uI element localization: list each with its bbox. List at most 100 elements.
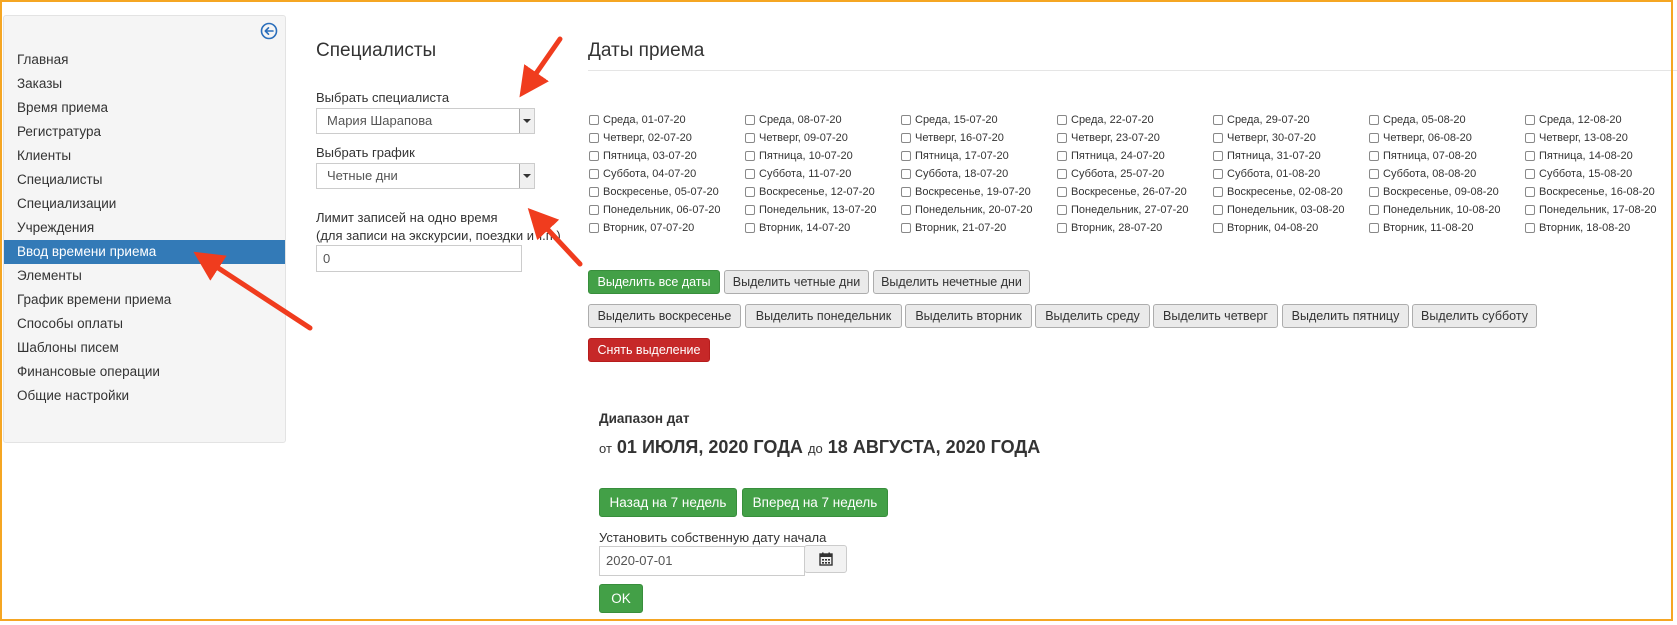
select-thursday-button[interactable]: Выделить четверг [1153, 304, 1278, 328]
date-checkbox[interactable] [1213, 223, 1223, 233]
forward-7-weeks-button[interactable]: Вперед на 7 недель [742, 488, 888, 517]
date-checkbox[interactable] [901, 151, 911, 161]
chevron-down-icon[interactable] [519, 164, 534, 188]
date-checkbox[interactable] [901, 169, 911, 179]
select-all-dates-button[interactable]: Выделить все даты [588, 270, 720, 294]
date-checkbox[interactable] [745, 205, 755, 215]
select-sunday-button[interactable]: Выделить воскресенье [588, 304, 741, 328]
specialist-select[interactable]: Мария Шарапова [316, 108, 535, 134]
date-checkbox[interactable] [1369, 187, 1379, 197]
date-checkbox[interactable] [1213, 205, 1223, 215]
date-label: Среда, 05-08-20 [1383, 114, 1466, 126]
date-checkbox[interactable] [1057, 115, 1067, 125]
date-checkbox[interactable] [589, 115, 599, 125]
chevron-down-icon[interactable] [519, 109, 534, 133]
date-checkbox[interactable] [589, 151, 599, 161]
date-label: Среда, 01-07-20 [603, 114, 686, 126]
date-checkbox[interactable] [745, 169, 755, 179]
back-7-weeks-button[interactable]: Назад на 7 недель [599, 488, 737, 517]
date-column: Среда, 22-07-20 Четверг, 23-07-20 Пятница,… [1057, 111, 1213, 237]
date-checkbox[interactable] [1369, 151, 1379, 161]
date-checkbox[interactable] [1057, 169, 1067, 179]
date-checkbox[interactable] [589, 187, 599, 197]
date-label: Понедельник, 03-08-20 [1227, 204, 1345, 216]
date-checkbox[interactable] [1369, 133, 1379, 143]
sidebar-item[interactable]: Главная [4, 48, 285, 72]
date-checkbox[interactable] [1525, 205, 1535, 215]
sidebar-item[interactable]: Способы оплаты [4, 312, 285, 336]
sidebar-item[interactable]: График времени приема [4, 288, 285, 312]
sidebar-item[interactable]: Шаблоны писем [4, 336, 285, 360]
date-checkbox[interactable] [745, 151, 755, 161]
date-checkbox[interactable] [901, 133, 911, 143]
date-checkbox[interactable] [589, 169, 599, 179]
date-checkbox[interactable] [901, 205, 911, 215]
date-checkbox[interactable] [1213, 151, 1223, 161]
custom-start-date-input[interactable]: 2020-07-01 [599, 546, 805, 576]
sidebar-item[interactable]: Регистратура [4, 120, 285, 144]
date-checkbox[interactable] [745, 187, 755, 197]
date-checkbox[interactable] [745, 223, 755, 233]
date-checkbox[interactable] [745, 133, 755, 143]
sidebar-item[interactable]: Учреждения [4, 216, 285, 240]
date-checkbox[interactable] [1057, 133, 1067, 143]
select-even-days-button[interactable]: Выделить четные дни [724, 270, 869, 294]
sidebar-item[interactable]: Специализации [4, 192, 285, 216]
clear-selection-button[interactable]: Снять выделение [588, 338, 710, 362]
date-item: Среда, 12-08-20 [1525, 111, 1677, 129]
date-column: Среда, 08-07-20 Четверг, 09-07-20 Пятница,… [745, 111, 901, 237]
date-checkbox[interactable] [1369, 205, 1379, 215]
sidebar-item[interactable]: Финансовые операции [4, 360, 285, 384]
date-checkbox[interactable] [1525, 115, 1535, 125]
date-item: Среда, 01-07-20 [589, 111, 745, 129]
date-checkbox[interactable] [589, 205, 599, 215]
select-friday-button[interactable]: Выделить пятницу [1282, 304, 1409, 328]
select-odd-days-button[interactable]: Выделить нечетные дни [873, 270, 1030, 294]
date-checkbox[interactable] [1213, 133, 1223, 143]
select-wednesday-button[interactable]: Выделить среду [1035, 304, 1150, 328]
date-checkbox[interactable] [1525, 133, 1535, 143]
date-checkbox[interactable] [1057, 151, 1067, 161]
calendar-button[interactable] [804, 545, 847, 573]
date-checkbox[interactable] [1525, 223, 1535, 233]
select-monday-button[interactable]: Выделить понедельник [745, 304, 902, 328]
sidebar-item[interactable]: Заказы [4, 72, 285, 96]
ok-button[interactable]: OK [599, 584, 643, 613]
date-checkbox[interactable] [1369, 115, 1379, 125]
sidebar-item[interactable]: Специалисты [4, 168, 285, 192]
date-checkbox[interactable] [1525, 169, 1535, 179]
sidebar-item[interactable]: Ввод времени приема [4, 240, 285, 264]
limit-input[interactable]: 0 [316, 245, 522, 272]
date-checkbox[interactable] [1525, 151, 1535, 161]
date-checkbox[interactable] [901, 187, 911, 197]
date-item: Вторник, 14-07-20 [745, 219, 901, 237]
select-tuesday-button[interactable]: Выделить вторник [905, 304, 1032, 328]
date-item: Суббота, 25-07-20 [1057, 165, 1213, 183]
date-checkbox[interactable] [1213, 115, 1223, 125]
date-checkbox[interactable] [745, 115, 755, 125]
date-checkbox[interactable] [1057, 205, 1067, 215]
date-label: Четверг, 13-08-20 [1539, 132, 1628, 144]
date-label: Суббота, 04-07-20 [603, 168, 697, 180]
dates-divider [588, 70, 1677, 71]
sidebar-item[interactable]: Элементы [4, 264, 285, 288]
date-checkbox[interactable] [1213, 187, 1223, 197]
date-checkbox[interactable] [1057, 187, 1067, 197]
date-checkbox[interactable] [1369, 223, 1379, 233]
date-item: Четверг, 16-07-20 [901, 129, 1057, 147]
sidebar-item[interactable]: Общие настройки [4, 384, 285, 408]
sidebar-item[interactable]: Клиенты [4, 144, 285, 168]
date-checkbox[interactable] [901, 115, 911, 125]
date-checkbox[interactable] [1525, 187, 1535, 197]
select-saturday-button[interactable]: Выделить субботу [1412, 304, 1537, 328]
schedule-select[interactable]: Четные дни [316, 163, 535, 189]
date-checkbox[interactable] [1213, 169, 1223, 179]
date-checkbox[interactable] [1057, 223, 1067, 233]
date-item: Среда, 05-08-20 [1369, 111, 1525, 129]
date-checkbox[interactable] [589, 133, 599, 143]
date-checkbox[interactable] [901, 223, 911, 233]
date-checkbox[interactable] [589, 223, 599, 233]
date-checkbox[interactable] [1369, 169, 1379, 179]
arrow-left-circle-icon[interactable] [260, 22, 278, 40]
sidebar-item[interactable]: Время приема [4, 96, 285, 120]
